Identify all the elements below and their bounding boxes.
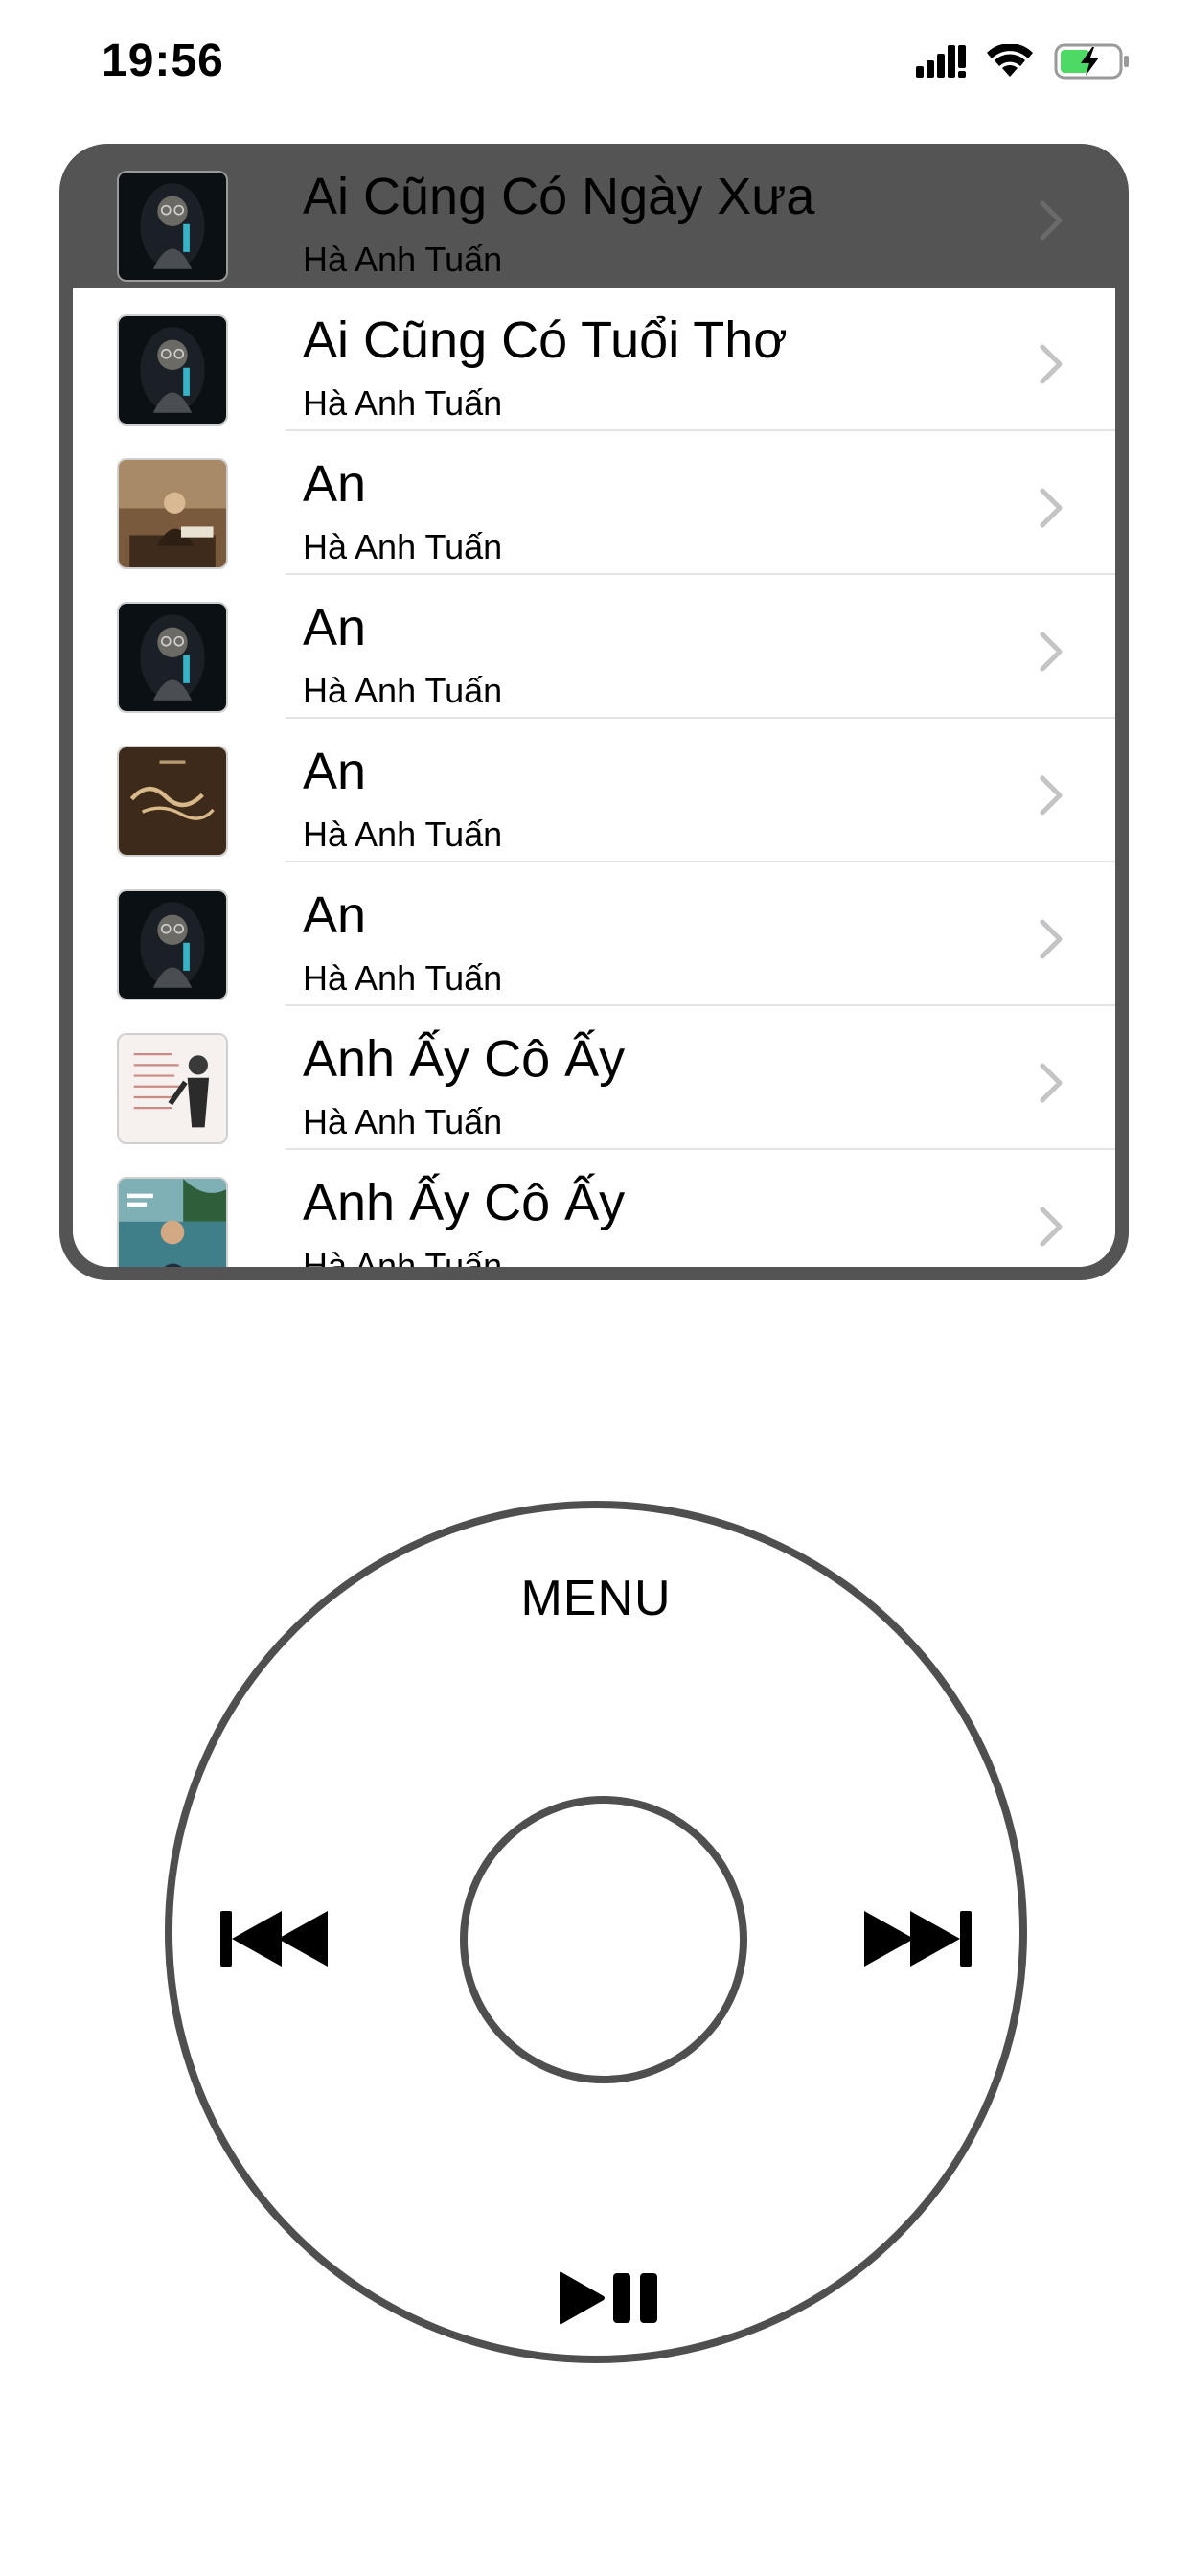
song-artist: Hà Anh Tuấn bbox=[303, 671, 503, 710]
chevron-right-icon bbox=[1040, 775, 1063, 816]
song-row[interactable]: Anh Ấy Cô Ấy Hà Anh Tuấn bbox=[73, 1006, 1115, 1150]
chevron-right-icon bbox=[1040, 1207, 1063, 1247]
song-artist: Hà Anh Tuấn bbox=[303, 1102, 503, 1141]
click-wheel[interactable]: MENU bbox=[165, 1501, 1027, 2363]
status-time: 19:56 bbox=[102, 35, 224, 86]
chevron-right-icon bbox=[1040, 919, 1063, 959]
status-icons bbox=[916, 42, 1131, 80]
previous-track-icon[interactable] bbox=[220, 1911, 332, 1966]
song-row-selected[interactable]: Ai Cũng Có Ngày Xưa Hà Anh Tuấn bbox=[73, 144, 1115, 288]
status-bar: 19:56 bbox=[0, 0, 1190, 134]
album-art bbox=[117, 1033, 228, 1144]
song-title: An bbox=[303, 743, 367, 800]
cellular-signal-icon bbox=[916, 45, 966, 78]
song-row[interactable]: An Hà Anh Tuấn bbox=[73, 862, 1115, 1006]
song-artist: Hà Anh Tuấn bbox=[303, 958, 503, 998]
song-artist: Hà Anh Tuấn bbox=[303, 240, 503, 279]
song-list[interactable]: Ai Cũng Có Ngày Xưa Hà Anh Tuấn Ai Cũng Có… bbox=[73, 144, 1115, 1267]
song-row[interactable]: Anh Ấy Cô Ấy Hà Anh Tuấn bbox=[73, 1150, 1115, 1267]
song-row[interactable]: An Hà Anh Tuấn bbox=[73, 431, 1115, 575]
song-artist: Hà Anh Tuấn bbox=[303, 527, 503, 566]
chevron-right-icon bbox=[1040, 488, 1063, 528]
song-row[interactable]: Ai Cũng Có Tuổi Thơ Hà Anh Tuấn bbox=[73, 288, 1115, 431]
album-art bbox=[117, 746, 228, 857]
song-title: An bbox=[303, 599, 367, 656]
song-title: Ai Cũng Có Ngày Xưa bbox=[303, 168, 815, 225]
album-art bbox=[117, 458, 228, 569]
wifi-icon bbox=[987, 44, 1033, 77]
chevron-right-icon bbox=[1040, 632, 1063, 672]
song-title: An bbox=[303, 886, 367, 944]
album-art bbox=[117, 1177, 228, 1267]
select-button[interactable] bbox=[460, 1796, 747, 2083]
chevron-right-icon bbox=[1040, 344, 1063, 384]
song-artist: Hà Anh Tuấn bbox=[303, 383, 503, 423]
chevron-right-icon bbox=[1040, 200, 1063, 241]
song-title: Ai Cũng Có Tuổi Thơ bbox=[303, 311, 788, 369]
album-art bbox=[117, 314, 228, 426]
battery-charging-icon bbox=[1054, 43, 1129, 80]
song-title: Anh Ấy Cô Ấy bbox=[303, 1174, 626, 1231]
song-artist: Hà Anh Tuấn bbox=[303, 815, 503, 854]
play-pause-icon[interactable] bbox=[560, 2271, 659, 2325]
song-artist: Hà Anh Tuấn bbox=[303, 1246, 503, 1267]
album-art bbox=[117, 889, 228, 1000]
song-title: Anh Ấy Cô Ấy bbox=[303, 1030, 626, 1088]
song-title: An bbox=[303, 455, 367, 513]
chevron-right-icon bbox=[1040, 1063, 1063, 1103]
song-row[interactable]: An Hà Anh Tuấn bbox=[73, 719, 1115, 862]
album-art bbox=[117, 602, 228, 713]
next-track-icon[interactable] bbox=[860, 1911, 972, 1966]
album-art bbox=[117, 171, 228, 282]
song-list-screen: Ai Cũng Có Ngày Xưa Hà Anh Tuấn Ai Cũng Có… bbox=[59, 144, 1129, 1280]
song-row[interactable]: An Hà Anh Tuấn bbox=[73, 575, 1115, 719]
menu-button[interactable]: MENU bbox=[172, 1570, 1019, 1627]
